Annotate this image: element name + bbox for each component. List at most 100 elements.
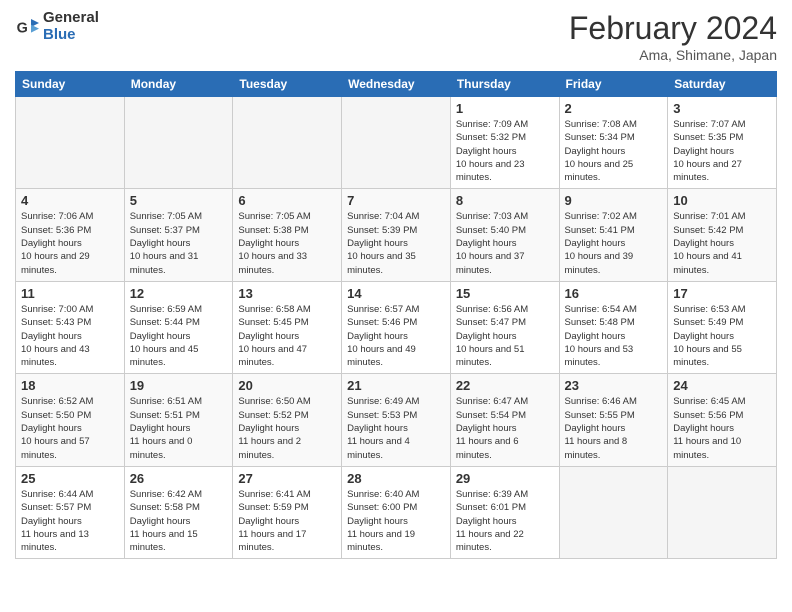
logo: G General Blue: [15, 10, 99, 43]
sunset-label: Sunset:: [21, 317, 53, 328]
calendar-cell: 10 Sunrise: 7:01 AM Sunset: 5:42 PM Dayl…: [668, 189, 777, 281]
sunrise-label: Sunrise:: [238, 489, 273, 500]
day-info: Sunrise: 6:42 AM Sunset: 5:58 PM Dayligh…: [130, 488, 228, 554]
calendar-cell: 5 Sunrise: 7:05 AM Sunset: 5:37 PM Dayli…: [124, 189, 233, 281]
weekday-header-row: SundayMondayTuesdayWednesdayThursdayFrid…: [16, 72, 777, 97]
sunset-label: Sunset:: [565, 410, 597, 421]
sunrise-label: Sunrise:: [673, 304, 708, 315]
sunset-label: Sunset:: [347, 225, 379, 236]
day-number: 2: [565, 101, 663, 116]
sunset-label: Sunset:: [456, 410, 488, 421]
sunset-label: Sunset:: [238, 410, 270, 421]
sunset-label: Sunset:: [456, 225, 488, 236]
sunrise-label: Sunrise:: [130, 304, 165, 315]
day-info: Sunrise: 6:47 AM Sunset: 5:54 PM Dayligh…: [456, 395, 554, 461]
day-info: Sunrise: 7:00 AM Sunset: 5:43 PM Dayligh…: [21, 303, 119, 369]
day-info: Sunrise: 6:45 AM Sunset: 5:56 PM Dayligh…: [673, 395, 771, 461]
sunset-label: Sunset:: [130, 317, 162, 328]
sunrise-label: Sunrise:: [565, 396, 600, 407]
sunrise-label: Sunrise:: [347, 304, 382, 315]
sunrise-label: Sunrise:: [130, 489, 165, 500]
sunset-label: Sunset:: [347, 502, 379, 513]
daylight-label: Daylight hours: [565, 331, 626, 342]
day-number: 14: [347, 286, 445, 301]
daylight-label: Daylight hours: [347, 238, 408, 249]
sunset-label: Sunset:: [130, 410, 162, 421]
calendar-cell: 15 Sunrise: 6:56 AM Sunset: 5:47 PM Dayl…: [450, 281, 559, 373]
weekday-header-saturday: Saturday: [668, 72, 777, 97]
calendar-cell: 27 Sunrise: 6:41 AM Sunset: 5:59 PM Dayl…: [233, 466, 342, 558]
day-info: Sunrise: 6:58 AM Sunset: 5:45 PM Dayligh…: [238, 303, 336, 369]
sunrise-label: Sunrise:: [565, 211, 600, 222]
calendar-cell: [668, 466, 777, 558]
day-number: 4: [21, 193, 119, 208]
day-number: 28: [347, 471, 445, 486]
sunset-label: Sunset:: [21, 225, 53, 236]
sunrise-label: Sunrise:: [21, 211, 56, 222]
title-block: February 2024 Ama, Shimane, Japan: [569, 10, 777, 63]
calendar-cell: [342, 97, 451, 189]
day-number: 15: [456, 286, 554, 301]
sunset-label: Sunset:: [130, 502, 162, 513]
day-info: Sunrise: 7:07 AM Sunset: 5:35 PM Dayligh…: [673, 118, 771, 184]
sunset-label: Sunset:: [238, 317, 270, 328]
day-number: 22: [456, 378, 554, 393]
daylight-label: Daylight hours: [130, 238, 191, 249]
sunset-label: Sunset:: [565, 225, 597, 236]
day-number: 26: [130, 471, 228, 486]
sunrise-label: Sunrise:: [238, 396, 273, 407]
svg-text:G: G: [17, 20, 28, 36]
calendar-week-4: 18 Sunrise: 6:52 AM Sunset: 5:50 PM Dayl…: [16, 374, 777, 466]
calendar-week-1: 1 Sunrise: 7:09 AM Sunset: 5:32 PM Dayli…: [16, 97, 777, 189]
location-title: Ama, Shimane, Japan: [569, 47, 777, 63]
day-info: Sunrise: 6:53 AM Sunset: 5:49 PM Dayligh…: [673, 303, 771, 369]
calendar-week-5: 25 Sunrise: 6:44 AM Sunset: 5:57 PM Dayl…: [16, 466, 777, 558]
daylight-label: Daylight hours: [456, 516, 517, 527]
day-info: Sunrise: 6:49 AM Sunset: 5:53 PM Dayligh…: [347, 395, 445, 461]
month-title: February 2024: [569, 10, 777, 47]
daylight-label: Daylight hours: [456, 146, 517, 157]
sunrise-label: Sunrise:: [238, 304, 273, 315]
daylight-label: Daylight hours: [238, 331, 299, 342]
day-info: Sunrise: 6:39 AM Sunset: 6:01 PM Dayligh…: [456, 488, 554, 554]
sunrise-label: Sunrise:: [21, 489, 56, 500]
daylight-label: Daylight hours: [238, 516, 299, 527]
day-number: 29: [456, 471, 554, 486]
sunrise-label: Sunrise:: [130, 211, 165, 222]
day-info: Sunrise: 6:40 AM Sunset: 6:00 PM Dayligh…: [347, 488, 445, 554]
daylight-label: Daylight hours: [673, 146, 734, 157]
calendar-table: SundayMondayTuesdayWednesdayThursdayFrid…: [15, 71, 777, 559]
day-info: Sunrise: 6:46 AM Sunset: 5:55 PM Dayligh…: [565, 395, 663, 461]
sunrise-label: Sunrise:: [565, 119, 600, 130]
logo-text: General Blue: [43, 10, 99, 43]
daylight-label: Daylight hours: [673, 331, 734, 342]
sunrise-label: Sunrise:: [456, 211, 491, 222]
sunset-label: Sunset:: [673, 225, 705, 236]
daylight-label: Daylight hours: [21, 516, 82, 527]
day-info: Sunrise: 7:09 AM Sunset: 5:32 PM Dayligh…: [456, 118, 554, 184]
calendar-cell: 29 Sunrise: 6:39 AM Sunset: 6:01 PM Dayl…: [450, 466, 559, 558]
sunrise-label: Sunrise:: [565, 304, 600, 315]
sunset-label: Sunset:: [347, 317, 379, 328]
sunrise-label: Sunrise:: [673, 119, 708, 130]
day-number: 7: [347, 193, 445, 208]
daylight-label: Daylight hours: [238, 423, 299, 434]
day-info: Sunrise: 6:59 AM Sunset: 5:44 PM Dayligh…: [130, 303, 228, 369]
calendar-cell: 25 Sunrise: 6:44 AM Sunset: 5:57 PM Dayl…: [16, 466, 125, 558]
day-info: Sunrise: 6:56 AM Sunset: 5:47 PM Dayligh…: [456, 303, 554, 369]
day-number: 24: [673, 378, 771, 393]
sunrise-label: Sunrise:: [130, 396, 165, 407]
daylight-label: Daylight hours: [673, 423, 734, 434]
calendar-cell: [233, 97, 342, 189]
calendar-cell: 23 Sunrise: 6:46 AM Sunset: 5:55 PM Dayl…: [559, 374, 668, 466]
sunrise-label: Sunrise:: [456, 304, 491, 315]
sunrise-label: Sunrise:: [238, 211, 273, 222]
day-info: Sunrise: 7:01 AM Sunset: 5:42 PM Dayligh…: [673, 210, 771, 276]
calendar-cell: [16, 97, 125, 189]
sunset-label: Sunset:: [673, 317, 705, 328]
sunset-label: Sunset:: [565, 132, 597, 143]
day-info: Sunrise: 6:54 AM Sunset: 5:48 PM Dayligh…: [565, 303, 663, 369]
weekday-header-tuesday: Tuesday: [233, 72, 342, 97]
calendar-cell: 18 Sunrise: 6:52 AM Sunset: 5:50 PM Dayl…: [16, 374, 125, 466]
calendar-cell: 12 Sunrise: 6:59 AM Sunset: 5:44 PM Dayl…: [124, 281, 233, 373]
